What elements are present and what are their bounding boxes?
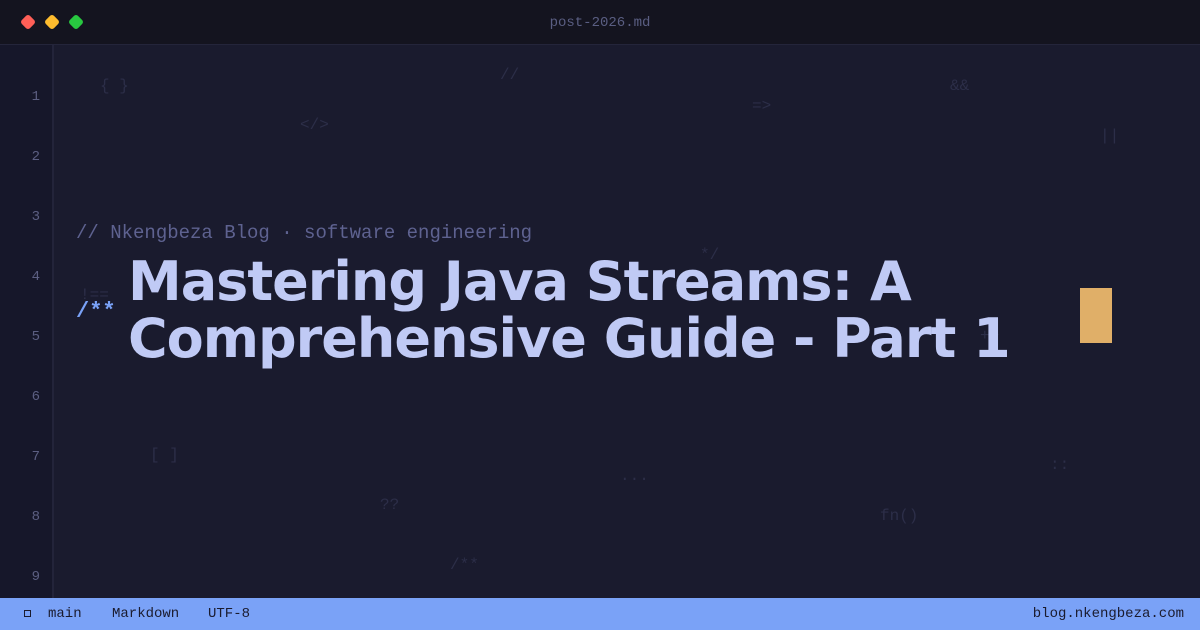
- line-number: 9: [31, 569, 40, 585]
- status-bar: main Markdown UTF-8 blog.nkengbeza.com: [0, 598, 1200, 630]
- decorative-code-symbol: //: [500, 66, 520, 84]
- site-url[interactable]: blog.nkengbeza.com: [1033, 598, 1184, 630]
- decorative-code-symbol: [ ]: [150, 446, 179, 464]
- post-title: Mastering Java Streams: A Comprehensive …: [128, 250, 1011, 370]
- line-number-gutter: 1 2 3 4 5 6 7 8 9: [0, 45, 54, 598]
- decorative-code-symbol: &&: [950, 77, 970, 95]
- editor-area[interactable]: { } // => && </> || */ !== ++ [ ] ... ::…: [54, 45, 1200, 598]
- decorative-code-symbol: </>: [300, 116, 329, 134]
- line-number: 2: [31, 149, 40, 165]
- line-number: 8: [31, 509, 40, 525]
- file-encoding[interactable]: UTF-8: [208, 598, 250, 630]
- text-cursor: [1080, 288, 1112, 343]
- language-mode[interactable]: Markdown: [112, 598, 179, 630]
- decorative-code-symbol: ??: [380, 496, 400, 514]
- line-number: 1: [31, 89, 40, 105]
- decorative-code-symbol: ::: [1050, 456, 1070, 474]
- line-number: 7: [31, 449, 40, 465]
- decorative-code-symbol: ||: [1100, 127, 1120, 145]
- line-number: 6: [31, 389, 40, 405]
- editor-window: post-2026.md 1 2 3 4 5 6 7 8 9 { } // =>…: [0, 0, 1200, 630]
- file-name-title: post-2026.md: [549, 15, 651, 31]
- decorative-code-symbol: =>: [752, 97, 772, 115]
- line-number: 3: [31, 209, 40, 225]
- decorative-code-symbol: ...: [620, 467, 649, 485]
- blog-name-comment: // Nkengbeza Blog · software engineering: [76, 222, 533, 244]
- git-branch[interactable]: main: [48, 598, 82, 630]
- doc-comment-open: /**: [76, 299, 116, 324]
- decorative-code-symbol: { }: [100, 77, 129, 95]
- line-number: 5: [31, 329, 40, 345]
- line-number: 4: [31, 269, 40, 285]
- decorative-code-symbol: /**: [450, 556, 479, 574]
- decorative-code-symbol: fn(): [880, 507, 919, 525]
- title-bar: post-2026.md: [0, 0, 1200, 45]
- branch-icon: [24, 610, 31, 617]
